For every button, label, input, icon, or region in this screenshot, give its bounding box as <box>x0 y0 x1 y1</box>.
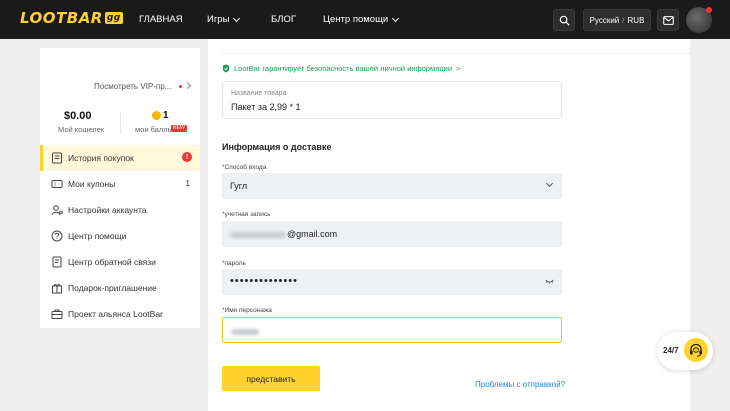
product-name-label: Название товара <box>231 90 287 97</box>
nav-blog[interactable]: БЛОГ <box>271 14 296 25</box>
vip-notification-dot <box>179 85 182 88</box>
search-icon <box>559 15 569 25</box>
receipt-icon <box>52 152 62 164</box>
character-name-label: *Имя персонажа <box>222 307 272 314</box>
sidebar-item-coupons[interactable]: Мои купоны 1 <box>40 171 200 197</box>
security-guarantee-link[interactable]: LootBar гарантирует безопасность вашей л… <box>222 64 460 73</box>
nav-help-center-label: Центр помощи <box>323 14 389 25</box>
wallet-balance[interactable]: $0.00 <box>64 110 92 122</box>
language-separator: / <box>622 15 625 25</box>
points-balance[interactable]: 1 <box>163 110 169 121</box>
sidebar-item-label: Проект альянса LootBar <box>68 309 163 319</box>
account-email-value: @gmail.com <box>230 229 337 239</box>
account-label: *учетная запись <box>222 211 271 218</box>
logo-badge: gg <box>104 12 123 24</box>
mail-icon <box>662 15 674 25</box>
nav-games[interactable]: Игры <box>207 14 241 25</box>
password-input[interactable]: •••••••••••••• <box>222 269 562 295</box>
email-domain: @gmail.com <box>287 229 338 239</box>
alert-badge: ! <box>182 152 192 162</box>
nav-home[interactable]: ГЛАВНАЯ <box>139 14 183 25</box>
sidebar-item-help-center[interactable]: Центр помощи <box>40 223 200 249</box>
chevron-right-icon: > <box>456 64 461 73</box>
alliance-icon <box>51 309 63 319</box>
sidebar-item-label: История покупок <box>68 153 134 163</box>
support-chat-button[interactable]: 24/7 <box>657 332 713 370</box>
password-value: •••••••••••••• <box>230 275 298 287</box>
sidebar-item-account-settings[interactable]: Настройки аккаунта <box>40 197 200 223</box>
help-icon <box>51 230 63 242</box>
shield-check-icon <box>222 64 230 73</box>
headset-icon <box>684 338 708 362</box>
delivery-info-title: Информация о доставке <box>222 142 332 152</box>
sidebar-item-label: Настройки аккаунта <box>68 205 147 215</box>
coin-icon <box>152 111 161 120</box>
nav-games-label: Игры <box>207 14 230 25</box>
divider <box>222 53 690 54</box>
account-email-input[interactable]: @gmail.com <box>222 221 562 247</box>
account-sidebar: Посмотреть VIP-пр... $0.00 Мой кошелек 1… <box>40 48 200 328</box>
currency-label: RUB <box>627 15 645 25</box>
chevron-down-icon <box>233 14 241 22</box>
product-name-value: Пакет за 2,99 * 1 <box>231 102 301 112</box>
submit-button-label: представить <box>246 373 296 384</box>
redacted-text <box>230 231 286 238</box>
login-method-value: Гугл <box>230 181 248 191</box>
guarantee-text: LootBar гарантирует безопасность вашей л… <box>234 64 453 73</box>
vip-link[interactable]: Посмотреть VIP-пр... <box>94 82 171 91</box>
nav-help-center[interactable]: Центр помощи <box>323 14 400 25</box>
lootbar-logo[interactable]: LOOTBAR gg <box>20 9 123 27</box>
sidebar-item-purchase-history[interactable]: История покупок ! <box>40 145 200 171</box>
product-info-box: Название товара Пакет за 2,99 * 1 <box>222 81 562 119</box>
character-name-value <box>231 326 260 336</box>
logo-text: LOOTBAR <box>20 9 103 27</box>
language-currency-selector[interactable]: Русский / RUB <box>583 9 651 31</box>
sidebar-item-label: Центр помощи <box>68 231 127 241</box>
sidebar-item-feedback-center[interactable]: Центр обратной связи <box>40 249 200 275</box>
chevron-down-icon <box>392 14 400 22</box>
points-label: мои баллы <box>135 125 174 134</box>
character-name-input[interactable] <box>222 317 562 343</box>
gift-icon <box>52 283 62 294</box>
coupon-icon <box>51 180 63 188</box>
sidebar-item-label: Подарок-приглашение <box>68 283 157 293</box>
user-settings-icon <box>51 205 63 216</box>
submit-button[interactable]: представить <box>222 366 320 391</box>
chevron-down-icon <box>545 179 554 188</box>
stats-divider <box>120 112 121 134</box>
feedback-icon <box>52 256 62 268</box>
delivery-form-panel: LootBar гарантирует безопасность вашей л… <box>208 39 690 411</box>
sidebar-item-alliance-project[interactable]: Проект альянса LootBar <box>40 301 200 327</box>
sidebar-item-label: Мои купоны <box>68 179 116 189</box>
search-button[interactable] <box>553 9 575 31</box>
new-badge: NEW <box>171 125 187 132</box>
redacted-text <box>231 328 259 335</box>
sidebar-item-label: Центр обратной связи <box>68 257 156 267</box>
top-navigation-bar: LOOTBAR gg ГЛАВНАЯ Игры БЛОГ Центр помощ… <box>0 0 730 39</box>
sidebar-item-invite-gift[interactable]: Подарок-приглашение <box>40 275 200 301</box>
language-label: Русский <box>589 15 620 25</box>
notification-dot <box>706 7 712 13</box>
support-label: 24/7 <box>663 346 679 355</box>
messages-button[interactable] <box>657 9 679 31</box>
eye-closed-icon[interactable] <box>545 279 554 284</box>
login-method-label: *Способ входа <box>222 164 267 171</box>
coupon-count: 1 <box>185 179 190 188</box>
login-method-select[interactable]: Гугл <box>222 173 562 199</box>
nav-home-label: ГЛАВНАЯ <box>139 14 183 25</box>
submission-problems-link[interactable]: Проблемы с отправкой? <box>475 380 565 389</box>
wallet-label: Мой кошелек <box>58 125 105 134</box>
password-label: *пароль <box>222 260 246 267</box>
nav-blog-label: БЛОГ <box>271 14 297 25</box>
chevron-right-icon <box>183 81 192 90</box>
